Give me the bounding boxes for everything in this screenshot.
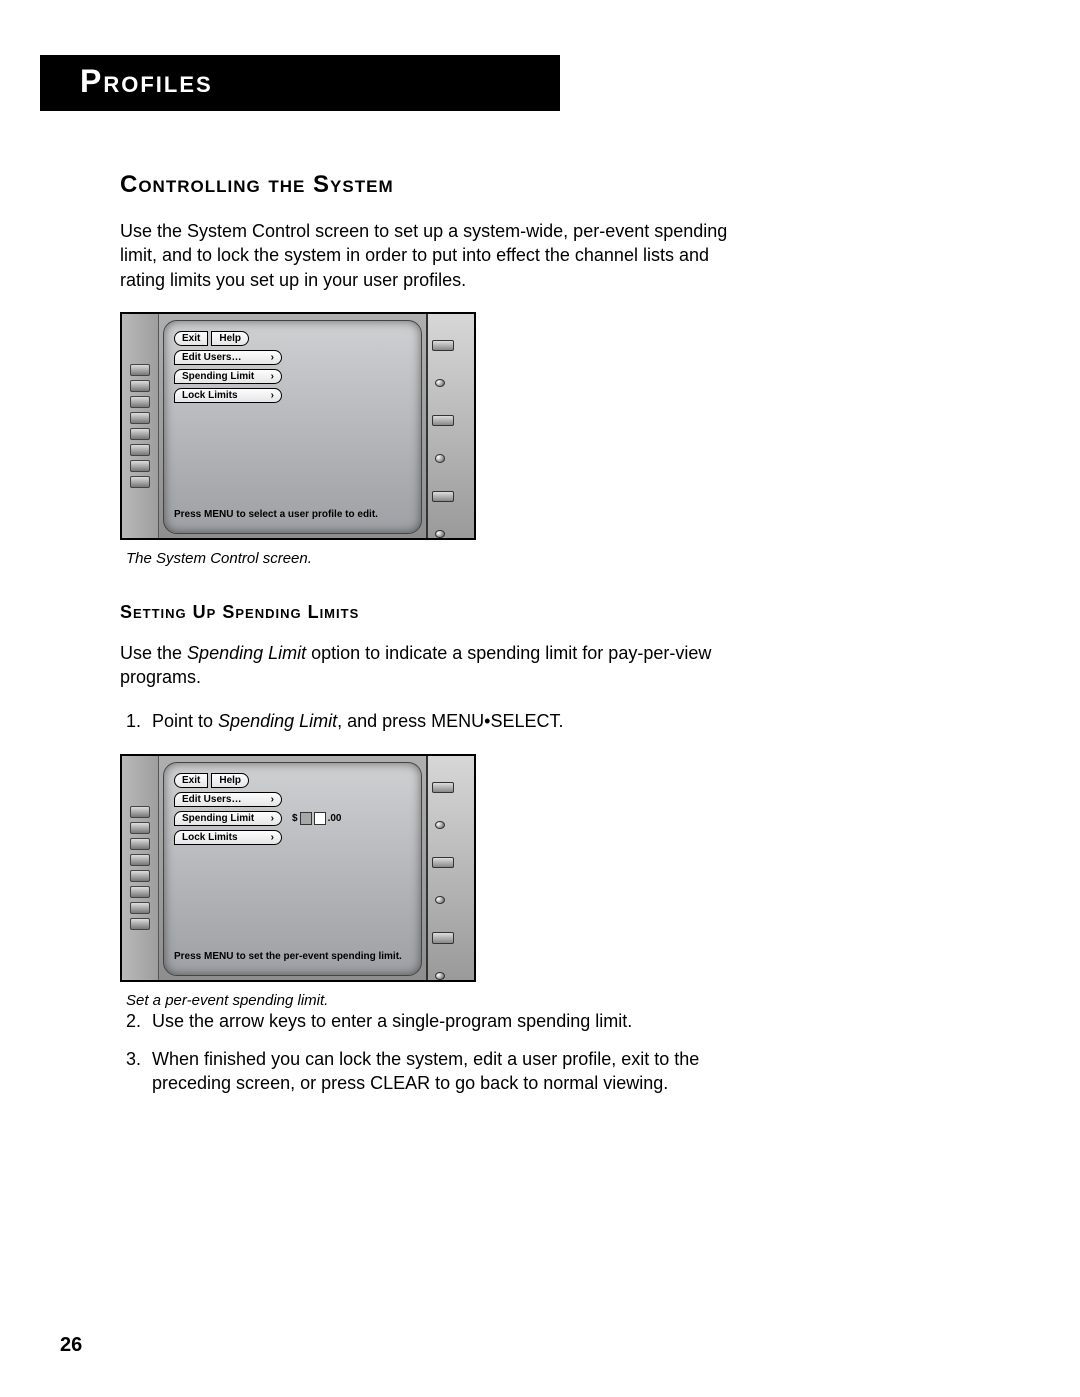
- subsection-heading: Setting Up Spending Limits: [120, 602, 740, 623]
- tv-hint-text: Press MENU to select a user profile to e…: [174, 509, 411, 527]
- spending-limit-button[interactable]: Spending Limit ›: [174, 811, 282, 826]
- digit-box[interactable]: [314, 812, 326, 825]
- edit-users-button[interactable]: Edit Users… ›: [174, 792, 282, 807]
- spending-limit-button[interactable]: Spending Limit ›: [174, 369, 282, 384]
- lock-limits-label: Lock Limits: [182, 390, 238, 401]
- edit-users-button[interactable]: Edit Users… ›: [174, 350, 282, 365]
- text-emphasis: Spending Limit: [218, 711, 337, 731]
- lock-limits-button[interactable]: Lock Limits ›: [174, 388, 282, 403]
- step-2: Use the arrow keys to enter a single-pro…: [146, 1009, 740, 1033]
- intro-paragraph: Use the System Control screen to set up …: [120, 219, 740, 292]
- exit-button[interactable]: Exit: [174, 331, 208, 346]
- chapter-title: Profiles: [80, 63, 213, 100]
- tv-right-trim: [426, 756, 474, 980]
- lock-limits-label: Lock Limits: [182, 832, 238, 843]
- spending-limit-value[interactable]: $ .00: [292, 812, 341, 825]
- step-3: When finished you can lock the system, e…: [146, 1047, 740, 1096]
- spending-limit-label: Spending Limit: [182, 813, 254, 824]
- edit-users-label: Edit Users…: [182, 352, 241, 363]
- chevron-right-icon: ›: [265, 352, 274, 363]
- figure-caption: Set a per-event spending limit.: [126, 992, 740, 1009]
- chevron-right-icon: ›: [265, 371, 274, 382]
- help-button[interactable]: Help: [211, 331, 249, 346]
- text-fragment: Use the: [120, 643, 187, 663]
- subsection-intro: Use the Spending Limit option to indicat…: [120, 641, 740, 690]
- figure-system-control: Exit Help Edit Users… › Spending Limit: [120, 312, 740, 567]
- tv-hint-text: Press MENU to set the per-event spending…: [174, 951, 411, 969]
- currency-label: $: [292, 813, 298, 824]
- figure-caption: The System Control screen.: [126, 550, 740, 567]
- spending-limit-label: Spending Limit: [182, 371, 254, 382]
- help-button[interactable]: Help: [211, 773, 249, 788]
- chevron-right-icon: ›: [265, 832, 274, 843]
- step-1: Point to Spending Limit, and press MENU•…: [146, 709, 740, 733]
- figure-spending-limit: Exit Help Edit Users… › Spending Limit: [120, 754, 740, 1009]
- section-heading: Controlling the System: [120, 171, 740, 199]
- chevron-right-icon: ›: [265, 813, 274, 824]
- text-fragment: , and press MENU•SELECT.: [337, 711, 563, 731]
- step-list: Point to Spending Limit, and press MENU•…: [120, 709, 740, 733]
- exit-button[interactable]: Exit: [174, 773, 208, 788]
- step-list-continued: Use the arrow keys to enter a single-pro…: [120, 1009, 740, 1096]
- tv-screen: Exit Help Edit Users… › Spending Limit: [163, 762, 422, 976]
- chapter-header: Profiles: [40, 55, 1000, 111]
- edit-users-label: Edit Users…: [182, 794, 241, 805]
- tv-screen: Exit Help Edit Users… › Spending Limit: [163, 320, 422, 534]
- page-number: 26: [60, 1334, 82, 1357]
- digit-box[interactable]: [300, 812, 312, 825]
- text-emphasis: Spending Limit: [187, 643, 306, 663]
- lock-limits-button[interactable]: Lock Limits ›: [174, 830, 282, 845]
- tv-left-trim: [122, 314, 159, 538]
- chevron-right-icon: ›: [265, 794, 274, 805]
- chevron-right-icon: ›: [265, 390, 274, 401]
- cents-label: .00: [328, 813, 342, 824]
- tv-left-trim: [122, 756, 159, 980]
- tv-right-trim: [426, 314, 474, 538]
- text-fragment: Point to: [152, 711, 218, 731]
